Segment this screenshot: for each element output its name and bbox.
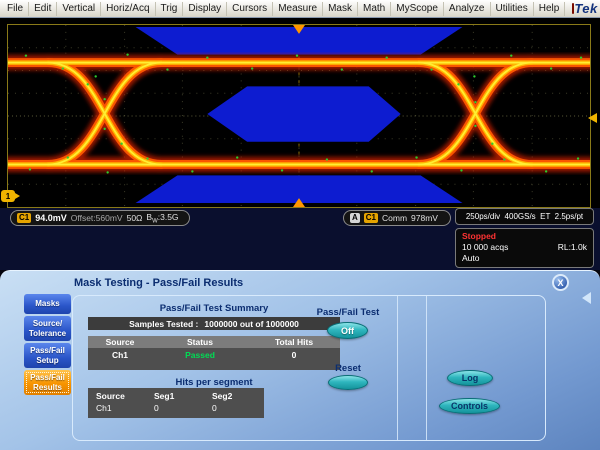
- tab-passfail-setup[interactable]: Pass/Fail Setup: [24, 343, 71, 368]
- seg-col-source: Source Ch1: [88, 388, 146, 418]
- summary-table: Source Status Total Hits Ch1 Passed 0: [88, 336, 340, 370]
- seg1-label: Seg1: [154, 390, 204, 402]
- tab-list: Masks Source/ Tolerance Pass/Fail Setup …: [24, 294, 71, 397]
- channel1-bandwidth: BW:3.5G: [146, 212, 178, 225]
- menu-item-display[interactable]: Display: [183, 2, 227, 16]
- seg-source-value: Ch1: [96, 402, 146, 414]
- trigger-readout: A C1 Comm 978mV: [343, 210, 451, 226]
- reset-button[interactable]: [328, 375, 368, 390]
- close-button[interactable]: X: [552, 274, 569, 291]
- menu-item-analyze[interactable]: Analyze: [444, 2, 491, 16]
- table-row: Ch1 Passed 0: [88, 348, 340, 370]
- divider-line: [426, 296, 427, 440]
- summary-table-header: Source Status Total Hits: [88, 336, 340, 348]
- col-status: Status: [152, 337, 248, 347]
- close-icon: X: [557, 278, 563, 288]
- channel1-readout: C1 94.0mV Offset:560mV 50Ω BW:3.5G: [10, 210, 190, 226]
- tab-masks[interactable]: Masks: [24, 294, 71, 314]
- off-button-label: Off: [341, 326, 354, 336]
- panel-collapse-arrow-icon[interactable]: [582, 292, 591, 304]
- menubar: File Edit Vertical Horiz/Acq Trig Displa…: [0, 0, 600, 18]
- menu-item-file[interactable]: File: [2, 2, 29, 16]
- menu-item-math[interactable]: Math: [358, 2, 391, 16]
- col-source: Source: [88, 337, 152, 347]
- panel-title: Mask Testing - Pass/Fail Results: [74, 277, 243, 289]
- reset-label: Reset: [305, 363, 391, 374]
- segments-table: Source Ch1 Seg1 0 Seg2 0: [88, 388, 264, 418]
- acquisition-readout: Stopped 10 000 acqs RL:1.0k Auto: [455, 228, 594, 268]
- menu-item-measure[interactable]: Measure: [273, 2, 323, 16]
- menu-item-cursors[interactable]: Cursors: [227, 2, 273, 16]
- channel1-scale: 94.0mV: [35, 213, 67, 223]
- samples-tested-bar: Samples Tested : 1000000 out of 1000000: [88, 317, 340, 330]
- menu-item-help[interactable]: Help: [534, 2, 566, 16]
- menu-item-horiz-acq[interactable]: Horiz/Acq: [101, 2, 155, 16]
- seg-col-2: Seg2 0: [204, 388, 262, 418]
- segments-heading: Hits per segment: [90, 377, 338, 388]
- seg2-value: 0: [212, 402, 262, 414]
- mask-center-hexagon: [207, 86, 400, 141]
- tek-logo: Tek: [574, 1, 597, 16]
- trigger-coupling: Comm: [382, 213, 407, 223]
- seg-col-1: Seg1 0: [146, 388, 204, 418]
- tekscope-window: File Edit Vertical Horiz/Acq Trig Displa…: [0, 0, 600, 450]
- divider-line: [397, 296, 398, 440]
- trigger-level-arrow-icon[interactable]: [588, 113, 597, 123]
- menu-item-mask[interactable]: Mask: [323, 2, 358, 16]
- cell-source: Ch1: [88, 350, 152, 370]
- trigger-level: 978mV: [411, 213, 438, 223]
- record-length: RL:1.0k: [558, 242, 587, 253]
- acquisition-count: 10 000 acqs: [462, 242, 508, 253]
- waveform-display-area: 1 C1 94.0mV Offset:560mV 50Ω BW:3.5G A C…: [0, 18, 600, 270]
- mask-testing-panel: Mask Testing - Pass/Fail Results X Masks…: [0, 270, 600, 450]
- controls-button[interactable]: Controls: [439, 398, 500, 414]
- channel1-offset: Offset:560mV: [71, 213, 123, 223]
- samples-label: Samples Tested :: [129, 319, 198, 329]
- log-button-label: Log: [462, 373, 479, 383]
- tab-source-tolerance[interactable]: Source/ Tolerance: [24, 316, 71, 341]
- tab-passfail-results[interactable]: Pass/Fail Results: [24, 370, 71, 395]
- log-button[interactable]: Log: [447, 370, 493, 386]
- seg2-label: Seg2: [212, 390, 262, 402]
- channel1-position-marker[interactable]: 1: [1, 190, 15, 202]
- trigger-source-badge: C1: [364, 213, 378, 223]
- controls-button-label: Controls: [451, 401, 488, 411]
- timebase-readout: 250ps/div 400GS/s ET 2.5ps/pt: [455, 208, 594, 225]
- samples-value: 1000000 out of 1000000: [204, 319, 299, 329]
- graticule: [7, 24, 591, 208]
- passfail-test-label: Pass/Fail Test: [305, 307, 391, 318]
- menu-item-vertical[interactable]: Vertical: [57, 2, 101, 16]
- eye-diagram: [8, 25, 590, 207]
- menu-item-trig[interactable]: Trig: [156, 2, 184, 16]
- acquisition-status: Stopped: [462, 231, 496, 242]
- summary-heading: Pass/Fail Test Summary: [90, 303, 338, 314]
- trigger-a-badge: A: [350, 213, 360, 223]
- timebase-text: 250ps/div 400GS/s ET 2.5ps/pt: [466, 212, 583, 221]
- cell-status: Passed: [152, 350, 248, 370]
- bw-value: :3.5G: [158, 212, 179, 222]
- trigger-mode: Auto: [462, 253, 480, 264]
- col-total-hits: Total Hits: [248, 337, 340, 347]
- seg-source-label: Source: [96, 390, 146, 402]
- passfail-test-off-button[interactable]: Off: [327, 322, 368, 339]
- menu-item-utilities[interactable]: Utilities: [491, 2, 534, 16]
- menu-item-myscope[interactable]: MyScope: [391, 2, 444, 16]
- channel1-impedance: 50Ω: [127, 213, 143, 223]
- menu-item-edit[interactable]: Edit: [29, 2, 57, 16]
- seg1-value: 0: [154, 402, 204, 414]
- channel1-badge: C1: [17, 213, 31, 223]
